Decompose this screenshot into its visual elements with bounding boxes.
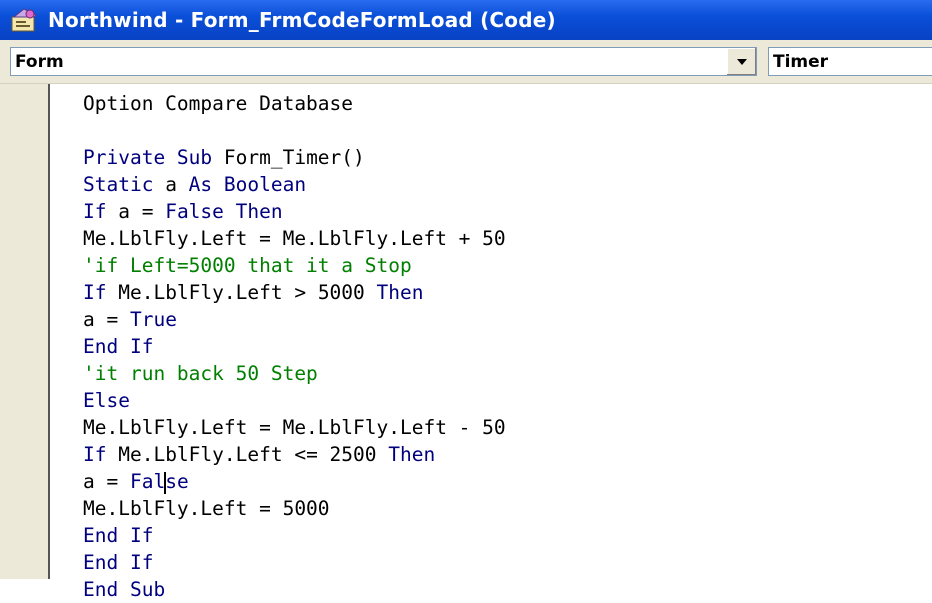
code-line: Private Sub Form_Timer() <box>83 144 506 171</box>
code-keyword: End If <box>83 524 154 547</box>
code-text: Form_Timer() <box>223 146 365 169</box>
code-keyword: As Boolean <box>188 173 307 196</box>
gutter-divider <box>48 84 50 579</box>
code-keyword: If <box>83 200 119 223</box>
code-text: Me.LblFly.Left > 5000 <box>118 281 377 304</box>
code-line: End If <box>83 333 506 360</box>
object-combobox[interactable]: Form <box>10 47 757 76</box>
code-text: Me.LblFly.Left = Me.LblFly.Left - 50 <box>83 416 506 439</box>
code-line: Me.LblFly.Left = Me.LblFly.Left - 50 <box>83 414 506 441</box>
object-combobox-value: Form <box>15 51 64 72</box>
code-keyword: True <box>129 308 177 331</box>
title-bar[interactable]: Northwind - Form_FrmCodeFormLoad (Code) <box>0 0 932 40</box>
code-line-current: a = False <box>83 468 506 495</box>
code-text: a = <box>83 308 130 331</box>
code-keyword: Private Sub <box>83 146 224 169</box>
code-line: Else <box>83 387 506 414</box>
code-keyword: If <box>83 443 119 466</box>
code-line: a = True <box>83 306 506 333</box>
code-line: If Me.LblFly.Left <= 2500 Then <box>83 441 506 468</box>
chevron-down-icon <box>736 58 747 65</box>
code-text: Option Compare Database <box>83 92 354 115</box>
code-line: Me.LblFly.Left = Me.LblFly.Left + 50 <box>83 225 506 252</box>
code-line: If a = False Then <box>83 198 506 225</box>
code-text: Me.LblFly.Left <= 2500 <box>118 443 389 466</box>
vba-code-window: Northwind - Form_FrmCodeFormLoad (Code) … <box>0 0 932 601</box>
margin-indicator-bar[interactable] <box>0 84 48 579</box>
code-editor[interactable]: Option Compare Database Private Sub Form… <box>83 90 506 603</box>
procedure-combobox-value: Timer <box>773 51 829 72</box>
code-line: Option Compare Database <box>83 90 506 117</box>
code-line: End If <box>83 522 506 549</box>
code-keyword: If <box>83 281 119 304</box>
window-title: Northwind - Form_FrmCodeFormLoad (Code) <box>48 8 556 32</box>
code-keyword: Then <box>388 443 436 466</box>
code-text: Me.LblFly.Left = Me.LblFly.Left + 50 <box>83 227 506 250</box>
code-keyword: Static <box>83 173 166 196</box>
code-keyword: End If <box>83 335 154 358</box>
code-keyword: se <box>165 470 189 493</box>
code-keyword: Fal <box>129 470 166 493</box>
code-line: End If <box>83 549 506 576</box>
code-text: a = <box>118 200 166 223</box>
object-combobox-dropdown-button[interactable] <box>726 48 756 75</box>
code-line: End Sub <box>83 576 506 603</box>
code-keyword: Then <box>376 281 424 304</box>
code-text: Me.LblFly.Left = 5000 <box>83 497 330 520</box>
code-line: If Me.LblFly.Left > 5000 Then <box>83 279 506 306</box>
code-comment: 'it run back 50 Step <box>83 362 318 385</box>
vba-code-window-icon[interactable] <box>10 7 40 33</box>
code-window-toolbar: Form Timer <box>0 40 932 84</box>
code-line: 'if Left=5000 that it a Stop <box>83 252 506 279</box>
code-keyword: False Then <box>165 200 283 223</box>
code-text: a <box>165 173 189 196</box>
code-keyword: End Sub <box>83 578 166 601</box>
code-keyword: Else <box>83 389 130 412</box>
code-keyword: End If <box>83 551 154 574</box>
code-text: a = <box>83 470 130 493</box>
code-comment: 'if Left=5000 that it a Stop <box>83 254 412 277</box>
procedure-combobox[interactable]: Timer <box>768 47 932 76</box>
code-line: Me.LblFly.Left = 5000 <box>83 495 506 522</box>
code-line: 'it run back 50 Step <box>83 360 506 387</box>
code-line: Static a As Boolean <box>83 171 506 198</box>
